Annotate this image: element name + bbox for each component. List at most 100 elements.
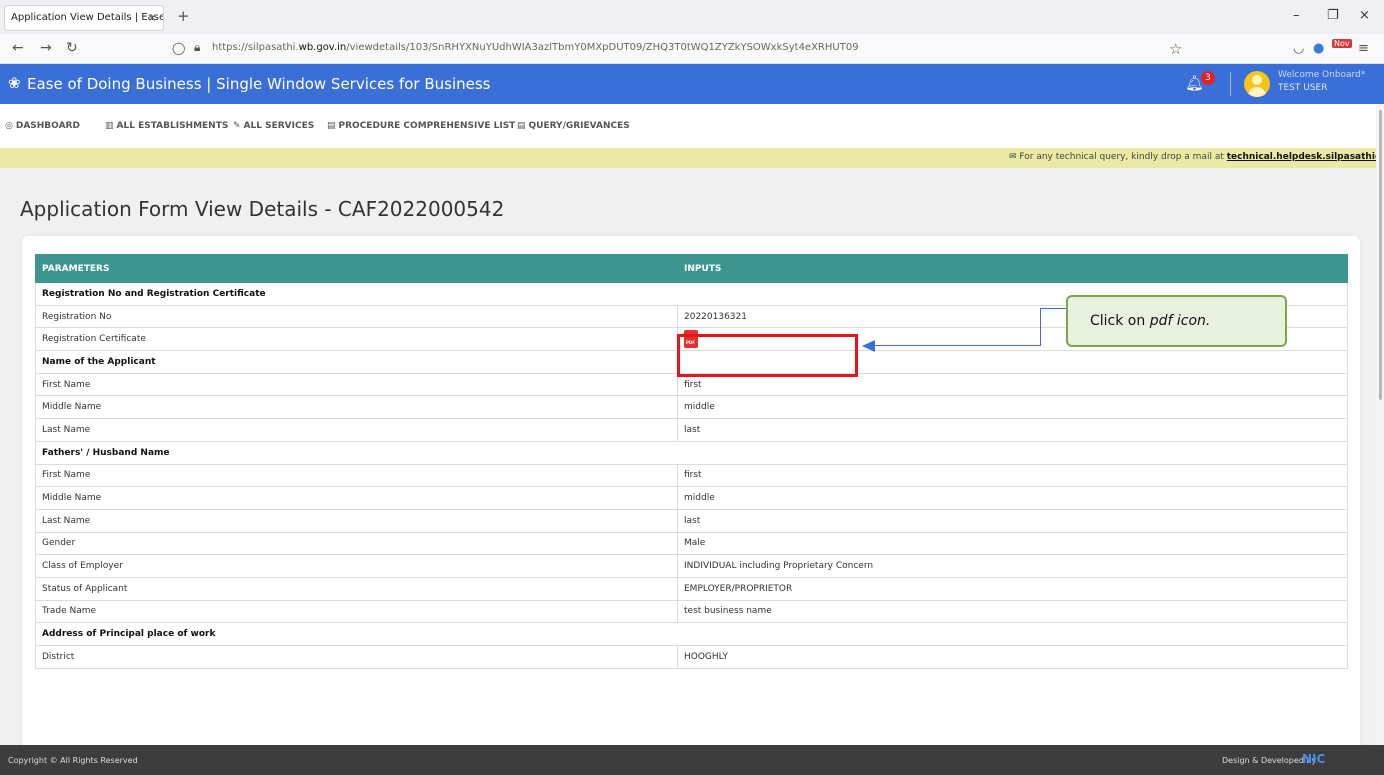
arrow-head — [862, 340, 875, 352]
section-title: Fathers' / Husband Name — [35, 440, 1348, 465]
user-name[interactable]: TEST USER — [1278, 83, 1328, 93]
window-close-icon[interactable]: × — [1359, 8, 1370, 23]
parameter-cell: First Name — [35, 372, 678, 397]
helpdesk-email-link[interactable]: technical.helpdesk.silpasathi@gmail.com — [1227, 152, 1384, 162]
parameter-cell: Gender — [35, 531, 678, 556]
callout-emphasis: pdf icon. — [1149, 313, 1211, 329]
table-row: District HOOGHLY — [35, 645, 1348, 669]
input-cell: INDIVIDUAL including Proprietary Concern — [677, 554, 1348, 578]
table-row: First Name first — [35, 463, 1348, 488]
arrow-line — [875, 345, 1040, 346]
input-cell: HOOGHLY — [677, 645, 1348, 669]
menu-item-label: ALL ESTABLISHMENTS — [116, 121, 229, 131]
input-cell: Male — [677, 531, 1348, 556]
menu-item-label: QUERY/GRIEVANCES — [528, 121, 630, 131]
parameter-cell: Status of Applicant — [35, 576, 678, 601]
shield-icon[interactable]: ◯ — [172, 41, 185, 55]
list-icon: ▤ — [327, 121, 336, 131]
mail-icon: ✉ — [1009, 152, 1020, 162]
maximize-icon[interactable]: ❐ — [1327, 8, 1339, 23]
header-divider — [1230, 72, 1231, 96]
tab-title: Application View Details | Ease of do — [11, 12, 164, 23]
parameter-cell: District — [35, 645, 678, 669]
pocket-icon[interactable]: ◡ — [1293, 41, 1304, 56]
column-header-inputs: INPUTS — [677, 254, 1348, 283]
input-cell: middle — [677, 486, 1348, 510]
input-cell: EMPLOYER/PROPRIETOR — [677, 576, 1348, 601]
table-section-row: Address of Principal place of work — [35, 622, 1348, 646]
menu-item-label: PROCEDURE COMPREHENSIVE LIST — [338, 121, 516, 131]
table-row: Gender Male — [35, 531, 1348, 556]
table-row: Status of Applicant EMPLOYER/PROPRIETOR — [35, 576, 1348, 601]
brand-title[interactable]: Ease of Doing Business | Single Window S… — [27, 75, 490, 93]
callout-prefix: Click on — [1090, 313, 1150, 329]
browser-tab-bar: Application View Details | Ease of do × … — [0, 0, 1384, 34]
building-icon: ▥ — [105, 121, 114, 131]
extension-badge-icon[interactable]: Nov — [1332, 39, 1352, 48]
avatar-body — [1248, 87, 1266, 97]
table-row: Middle Name middle — [35, 395, 1348, 420]
parameter-cell: Trade Name — [35, 599, 678, 624]
menu-item-all-establishments[interactable]: ▥ ALL ESTABLISHMENTS — [105, 121, 228, 131]
menu-item-all-services[interactable]: ✎ ALL SERVICES — [233, 121, 314, 131]
lock-icon[interactable]: 🔒︎ — [194, 40, 200, 55]
url-prefix: https://silpasathi. — [212, 42, 299, 53]
dashboard-icon: ◎ — [5, 121, 13, 131]
parameter-cell: Registration No — [35, 304, 678, 329]
minimize-icon[interactable]: – — [1293, 8, 1300, 23]
input-cell: last — [677, 508, 1348, 533]
back-icon[interactable]: ← — [12, 40, 24, 56]
notice-bar: ✉ For any technical query, kindly drop a… — [0, 148, 1384, 168]
tab-close-icon[interactable]: × — [148, 6, 157, 30]
menu-item-dashboard[interactable]: ◎ DASHBOARD — [5, 121, 80, 131]
new-tab-icon[interactable]: + — [177, 7, 190, 25]
table-row: Trade Name test business name — [35, 599, 1348, 624]
browser-tab[interactable]: Application View Details | Ease of do × — [4, 5, 164, 31]
avatar-head — [1252, 75, 1262, 85]
parameter-cell: Registration Certificate — [35, 327, 678, 352]
input-cell: last — [677, 418, 1348, 442]
notice-message: For any technical query, kindly drop a m… — [1019, 152, 1224, 162]
parameter-cell: Middle Name — [35, 486, 678, 510]
reload-icon[interactable]: ↻ — [66, 40, 78, 56]
callout-box: Click on pdf icon. — [1066, 295, 1287, 347]
avatar[interactable] — [1244, 71, 1270, 97]
welcome-text[interactable]: Welcome Onboard* — [1278, 70, 1365, 80]
menu-icon[interactable]: ≡ — [1358, 41, 1369, 56]
url-bar[interactable]: https://silpasathi.wb.gov.in/viewdetails… — [212, 42, 859, 53]
input-cell: middle — [677, 395, 1348, 420]
parameter-cell: First Name — [35, 463, 678, 488]
table-section-row: Fathers' / Husband Name — [35, 440, 1348, 465]
scrollbar-thumb[interactable] — [1379, 110, 1382, 400]
list-icon: ▤ — [517, 121, 526, 131]
parameter-cell: Class of Employer — [35, 554, 678, 578]
notification-badge[interactable]: 3 — [1201, 71, 1215, 85]
footer: Copyright © All Rights Reserved Design &… — [0, 745, 1384, 775]
url-path: /viewdetails/103/SnRHYXNuYUdhWIA3azlTbmY… — [346, 42, 859, 53]
extension-icon[interactable]: ● — [1313, 41, 1324, 56]
notice-text: ✉ For any technical query, kindly drop a… — [1009, 152, 1384, 162]
forward-icon[interactable]: → — [40, 40, 52, 56]
table-row: Last Name last — [35, 508, 1348, 533]
highlight-box — [677, 334, 858, 377]
copyright-text: Copyright © All Rights Reserved — [8, 756, 138, 765]
parameter-cell: Last Name — [35, 418, 678, 442]
bookmark-star-icon[interactable]: ☆ — [1169, 40, 1182, 58]
input-cell: test business name — [677, 599, 1348, 624]
table-header-row: PARAMETERS INPUTS — [35, 254, 1348, 283]
column-header-parameters: PARAMETERS — [35, 254, 678, 283]
menu-item-label: DASHBOARD — [15, 121, 80, 131]
menu-item-procedure-list[interactable]: ▤ PROCEDURE COMPREHENSIVE LIST — [327, 121, 515, 131]
page-title: Application Form View Details - CAF20220… — [20, 197, 505, 221]
parameter-cell: Middle Name — [35, 395, 678, 420]
main-menu: ◎ DASHBOARD ▥ ALL ESTABLISHMENTS ✎ ALL SERV… — [0, 104, 1384, 148]
arrow-connector-top — [1040, 308, 1066, 309]
section-title: Address of Principal place of work — [35, 622, 1348, 646]
menu-item-label: ALL SERVICES — [243, 121, 315, 131]
brand-icon: ❀ — [8, 74, 21, 92]
url-domain: wb.gov.in — [298, 42, 347, 53]
table-row: Class of Employer INDIVIDUAL including Pr… — [35, 554, 1348, 578]
wrench-icon: ✎ — [233, 121, 241, 131]
menu-item-query-grievances[interactable]: ▤ QUERY/GRIEVANCES — [517, 121, 630, 131]
nic-logo: NIC — [1302, 752, 1326, 766]
